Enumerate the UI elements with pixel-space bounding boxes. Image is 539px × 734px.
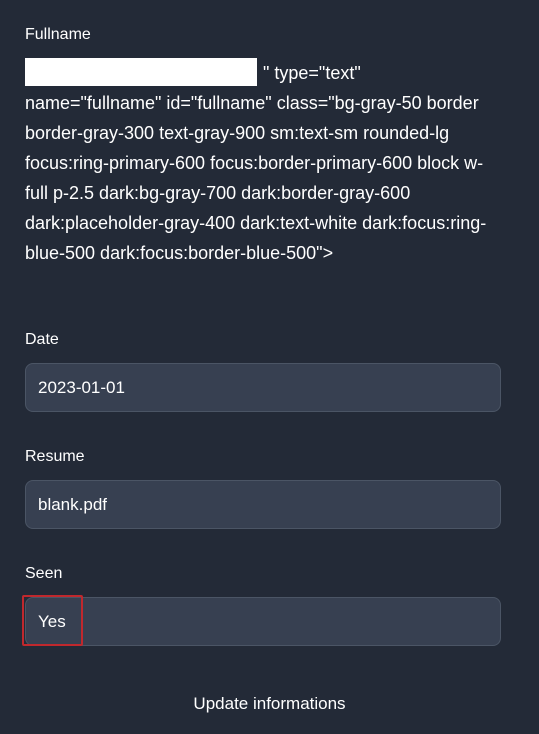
date-input[interactable]: 2023-01-01 bbox=[25, 363, 501, 412]
seen-focus-highlight bbox=[22, 595, 83, 646]
fullname-broken-field: " type="text" name="fullname" id="fullna… bbox=[25, 58, 495, 268]
date-label: Date bbox=[25, 331, 59, 348]
seen-select[interactable]: Yes bbox=[25, 597, 501, 646]
update-informations-button[interactable]: Update informations bbox=[0, 694, 539, 714]
resume-label: Resume bbox=[25, 448, 85, 465]
fullname-label: Fullname bbox=[25, 26, 91, 43]
fullname-broken-markup-text: " type="text" name="fullname" id="fullna… bbox=[25, 63, 487, 263]
seen-label: Seen bbox=[25, 565, 63, 582]
resume-input[interactable]: blank.pdf bbox=[25, 480, 501, 529]
fullname-input[interactable] bbox=[25, 58, 257, 86]
